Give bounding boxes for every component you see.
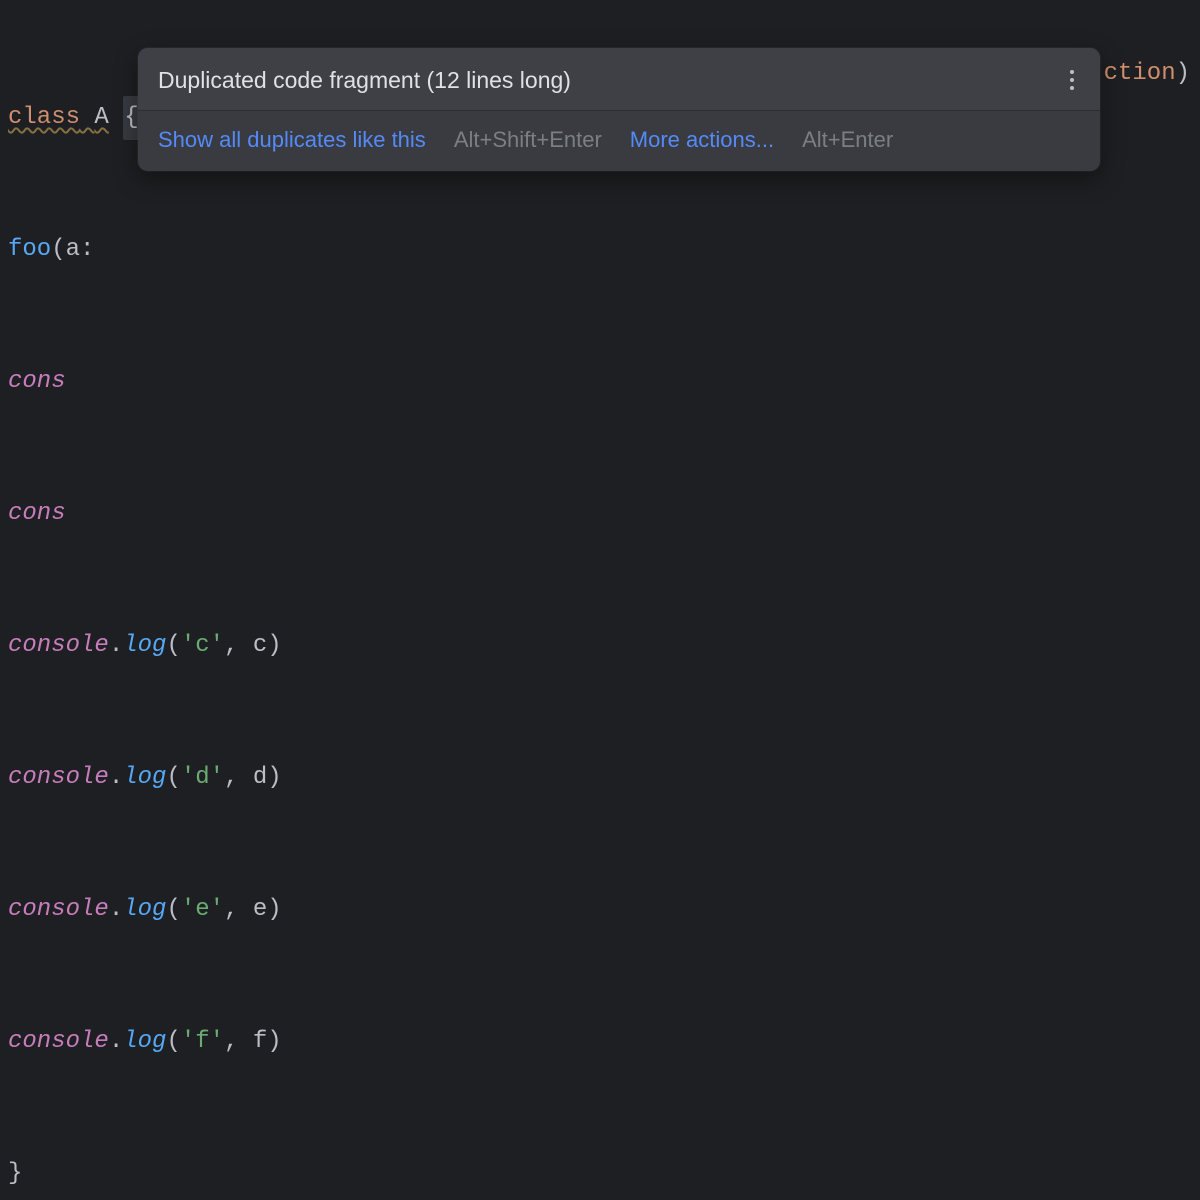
code-line[interactable]: cons [0, 360, 1200, 404]
code-line[interactable]: } [0, 1152, 1200, 1196]
code-fragment-right: ction) [1104, 60, 1190, 87]
string-literal: 'f' [181, 1020, 224, 1064]
more-options-icon[interactable] [1064, 64, 1080, 96]
class-name: A [94, 104, 108, 131]
keyword-class: class [8, 104, 80, 131]
variable: f [253, 1020, 267, 1064]
code-line[interactable]: console.log('c', c) [0, 624, 1200, 668]
code-line[interactable]: console.log('d', d) [0, 756, 1200, 800]
code-line[interactable]: cons [0, 492, 1200, 536]
console-object: console [8, 888, 109, 932]
code-line[interactable]: console.log('e', e) [0, 888, 1200, 932]
string-literal: 'e' [181, 888, 224, 932]
tooltip-header: Duplicated code fragment (12 lines long) [138, 48, 1100, 111]
open-paren: ( [51, 228, 65, 272]
console-partial: cons [8, 492, 66, 536]
string-literal: 'c' [181, 624, 224, 668]
param-name: a [66, 228, 80, 272]
variable: c [253, 624, 267, 668]
code-line[interactable]: foo(a: [0, 228, 1200, 272]
log-method: log [123, 888, 166, 932]
variable: d [253, 756, 267, 800]
log-method: log [123, 756, 166, 800]
log-method: log [123, 1020, 166, 1064]
shortcut-text: Alt+Enter [802, 127, 893, 153]
console-object: console [8, 624, 109, 668]
tooltip-title: Duplicated code fragment (12 lines long) [158, 67, 571, 94]
shortcut-text: Alt+Shift+Enter [454, 127, 602, 153]
string-literal: 'd' [181, 756, 224, 800]
tooltip-actions: Show all duplicates like this Alt+Shift+… [138, 111, 1100, 171]
code-line[interactable]: console.log('f', f) [0, 1020, 1200, 1064]
code-editor[interactable]: class A { foo(a: cons cons console.log('… [0, 0, 1200, 1200]
console-object: console [8, 756, 109, 800]
show-duplicates-link[interactable]: Show all duplicates like this [158, 127, 426, 153]
method-name: foo [8, 228, 51, 272]
colon: : [80, 228, 94, 272]
close-brace: } [8, 1152, 22, 1196]
inspection-tooltip: Duplicated code fragment (12 lines long)… [138, 48, 1100, 171]
log-method: log [123, 624, 166, 668]
console-object: console [8, 1020, 109, 1064]
more-actions-link[interactable]: More actions... [630, 127, 774, 153]
variable: e [253, 888, 267, 932]
console-partial: cons [8, 360, 66, 404]
